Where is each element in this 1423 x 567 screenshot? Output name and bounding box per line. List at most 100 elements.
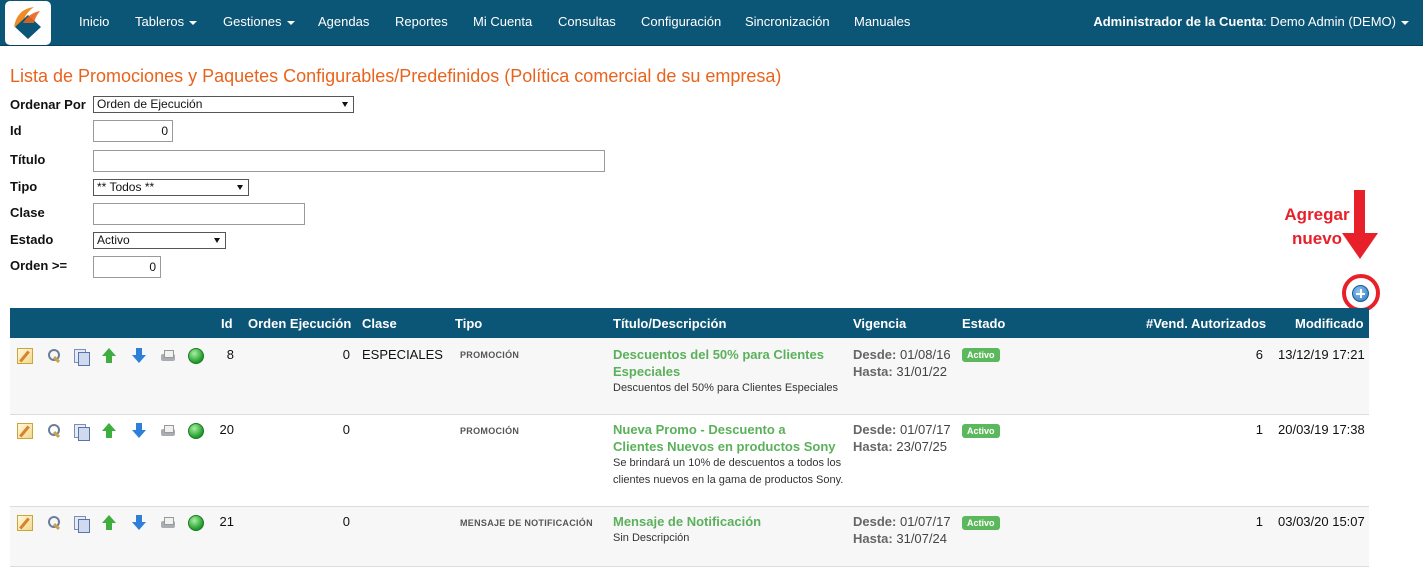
status-icon[interactable] xyxy=(188,423,204,439)
caret-down-icon xyxy=(1401,20,1409,25)
cell-vend: 6 xyxy=(1255,347,1263,362)
move-down-icon[interactable] xyxy=(131,423,147,439)
cell-modificado: 03/03/20 15:07 xyxy=(1278,514,1365,529)
edit-icon[interactable] xyxy=(17,423,33,439)
nav-reportes[interactable]: Reportes xyxy=(395,14,448,29)
promo-description: Descuentos del 50% para Clientes Especia… xyxy=(613,382,839,394)
vigencia-desde: Desde: 01/07/17 xyxy=(853,513,951,530)
tipo-select[interactable]: ** Todos ** xyxy=(93,179,249,196)
nav-mi-cuenta[interactable]: Mi Cuenta xyxy=(473,14,532,29)
print-icon[interactable] xyxy=(160,515,176,531)
clase-input[interactable] xyxy=(93,203,305,225)
nav-agendas[interactable]: Agendas xyxy=(318,14,369,29)
desde-value: 01/07/17 xyxy=(896,422,951,437)
hasta-label: Hasta: xyxy=(853,439,893,454)
nav-configuracion[interactable]: Configuración xyxy=(641,14,721,29)
status-icon[interactable] xyxy=(188,348,204,364)
desde-value: 01/08/16 xyxy=(896,347,951,362)
add-new-icon[interactable] xyxy=(1352,285,1369,302)
move-up-icon[interactable] xyxy=(101,348,117,364)
status-badge: Activo xyxy=(962,516,1000,530)
copy-icon[interactable] xyxy=(73,515,90,533)
vigencia-hasta: Hasta: 31/07/24 xyxy=(853,530,951,547)
cell-tipo: MENSAJE DE NOTIFICACIÓN xyxy=(460,518,593,528)
copy-icon[interactable] xyxy=(73,348,90,366)
filter-label-tipo: Tipo xyxy=(10,179,38,194)
print-icon[interactable] xyxy=(160,348,176,364)
titulo-input[interactable] xyxy=(93,150,605,172)
promo-description: Sin Descripción xyxy=(613,532,690,544)
status-icon[interactable] xyxy=(188,515,204,531)
col-header-vigencia[interactable]: Vigencia xyxy=(853,316,906,331)
hasta-label: Hasta: xyxy=(853,364,893,379)
promo-description: Se brindará un 10% de descuentos a todos… xyxy=(613,457,844,486)
orden-input[interactable]: 0 xyxy=(93,256,161,278)
estado-select[interactable]: Activo xyxy=(93,232,226,249)
status-badge: Activo xyxy=(962,424,1000,438)
col-header-id[interactable]: Id xyxy=(221,316,233,331)
status-badge: Activo xyxy=(962,348,1000,362)
user-menu[interactable]: Administrador de la Cuenta: Demo Admin (… xyxy=(1093,14,1409,29)
estado-value: Activo xyxy=(97,233,130,247)
promo-title-link[interactable]: Descuentos del 50% para Clientes Especia… xyxy=(613,346,838,380)
ordenar-por-select[interactable]: Orden de Ejecución xyxy=(93,96,354,113)
caret-down-icon xyxy=(189,20,198,25)
desde-value: 01/07/17 xyxy=(896,514,951,529)
vigencia-hasta: Hasta: 23/07/25 xyxy=(853,438,951,455)
nav-tableros[interactable]: Tableros xyxy=(135,14,198,29)
copy-icon[interactable] xyxy=(73,423,90,441)
top-navbar: Inicio Tableros Gestiones Agendas Report… xyxy=(0,0,1423,46)
table-row: 8 0 ESPECIALES PROMOCIÓN Descuentos del … xyxy=(10,338,1369,415)
view-icon[interactable] xyxy=(46,423,62,439)
page-title: Lista de Promociones y Paquetes Configur… xyxy=(10,66,782,86)
print-icon[interactable] xyxy=(160,423,176,439)
cell-vend: 1 xyxy=(1255,422,1263,437)
move-up-icon[interactable] xyxy=(101,423,117,439)
cell-tipo: PROMOCIÓN xyxy=(460,426,520,436)
cell-titulo: Nueva Promo - Descuento a Clientes Nuevo… xyxy=(613,421,848,489)
user-role: Administrador de la Cuenta xyxy=(1093,14,1264,29)
cell-titulo: Descuentos del 50% para Clientes Especia… xyxy=(613,346,848,397)
cell-orden: 0 xyxy=(342,514,350,529)
filter-label-ordenar: Ordenar Por xyxy=(10,97,86,112)
col-header-titulo[interactable]: Título/Descripción xyxy=(613,316,726,331)
edit-icon[interactable] xyxy=(17,348,33,364)
cell-modificado: 20/03/19 17:38 xyxy=(1278,422,1365,437)
col-header-orden[interactable]: Orden Ejecución xyxy=(248,316,351,331)
ordenar-por-value: Orden de Ejecución xyxy=(97,97,203,111)
promo-title-link[interactable]: Mensaje de Notificación xyxy=(613,513,838,530)
nav-gestiones-label: Gestiones xyxy=(223,14,282,29)
view-icon[interactable] xyxy=(46,515,62,531)
move-down-icon[interactable] xyxy=(131,348,147,364)
nav-consultas[interactable]: Consultas xyxy=(558,14,616,29)
move-down-icon[interactable] xyxy=(131,515,147,531)
nav-sincronizacion[interactable]: Sincronización xyxy=(745,14,830,29)
cell-vigencia: Desde: 01/07/17 Hasta: 23/07/25 xyxy=(853,421,951,455)
move-up-icon[interactable] xyxy=(101,515,117,531)
nav-gestiones[interactable]: Gestiones xyxy=(223,14,295,29)
hasta-value: 31/01/22 xyxy=(892,364,947,379)
col-header-clase[interactable]: Clase xyxy=(362,316,397,331)
cell-vend: 1 xyxy=(1255,514,1263,529)
cell-tipo: PROMOCIÓN xyxy=(460,350,520,360)
view-icon[interactable] xyxy=(46,348,62,364)
cell-id: 20 xyxy=(219,422,234,437)
table-header: Id Orden Ejecución Clase Tipo Título/Des… xyxy=(10,308,1369,338)
filter-label-orden: Orden >= xyxy=(10,258,68,273)
nav-manuales[interactable]: Manuales xyxy=(854,14,910,29)
cell-modificado: 13/12/19 17:21 xyxy=(1278,347,1365,362)
promo-title-link[interactable]: Nueva Promo - Descuento a Clientes Nuevo… xyxy=(613,421,838,455)
nav-tableros-label: Tableros xyxy=(135,14,185,29)
col-header-tipo[interactable]: Tipo xyxy=(455,316,482,331)
nav-inicio[interactable]: Inicio xyxy=(79,14,109,29)
id-input[interactable]: 0 xyxy=(93,120,173,142)
col-header-estado[interactable]: Estado xyxy=(962,316,1005,331)
app-logo[interactable] xyxy=(5,1,51,45)
col-header-modificado[interactable]: Modificado xyxy=(1295,316,1364,331)
filter-label-estado: Estado xyxy=(10,232,54,247)
col-header-vend[interactable]: #Vend. Autorizados xyxy=(1146,316,1266,331)
edit-icon[interactable] xyxy=(17,515,33,531)
filter-label-id: Id xyxy=(10,123,22,138)
vigencia-desde: Desde: 01/07/17 xyxy=(853,421,951,438)
cell-id: 8 xyxy=(226,347,234,362)
